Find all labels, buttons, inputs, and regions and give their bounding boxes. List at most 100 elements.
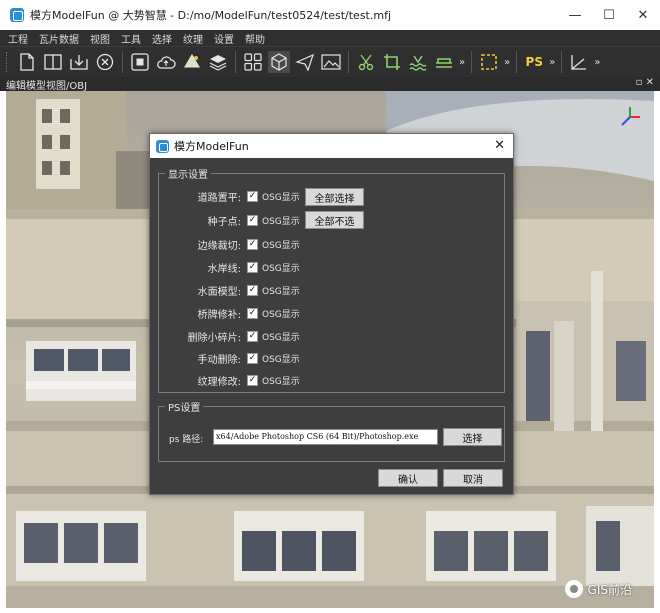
toolbar-overflow-icon[interactable]: » — [549, 57, 555, 68]
menu-project[interactable]: 工程 — [8, 31, 28, 46]
toolbar-overflow-icon[interactable]: » — [594, 57, 600, 68]
menu-settings[interactable]: 设置 — [214, 31, 234, 46]
maximize-button[interactable]: ☐ — [592, 0, 626, 30]
option-label: 边缘裁切: — [197, 240, 241, 252]
watermark-text: GIS前沿 — [587, 582, 632, 597]
option-label: 道路置平: — [197, 192, 241, 204]
osg-display-checkbox[interactable]: ✓ — [247, 374, 258, 386]
checkbox-label[interactable]: OSG显示 — [262, 214, 300, 227]
menu-texture[interactable]: 纹理 — [183, 31, 203, 46]
option-seed-points: 种子点: ✓ OSG显示 — [159, 211, 300, 229]
checkbox-label[interactable]: OSG显示 — [262, 284, 300, 297]
osg-display-checkbox[interactable]: ✓ — [247, 190, 258, 202]
selection-box-icon[interactable] — [478, 51, 500, 73]
display-settings-group: 显示设置 道路置平: ✓ OSG显示 种子点: ✓ OSG显示 边缘裁切: ✓ … — [158, 166, 505, 393]
bridge-icon[interactable] — [433, 51, 455, 73]
photoshop-label: PS — [525, 55, 543, 69]
checkbox-label[interactable]: OSG显示 — [262, 374, 300, 387]
open-file-icon[interactable] — [42, 51, 64, 73]
option-shoreline: 水岸线: ✓ OSG显示 — [159, 258, 300, 276]
cloud-upload-icon[interactable] — [155, 51, 177, 73]
checkbox-label[interactable]: OSG显示 — [262, 330, 300, 343]
crop-icon[interactable] — [381, 51, 403, 73]
scissors-icon[interactable] — [355, 51, 377, 73]
plane-icon[interactable] — [294, 51, 316, 73]
osg-display-checkbox[interactable]: ✓ — [247, 261, 258, 273]
view-header-buttons[interactable]: ▫ ✕ — [636, 77, 654, 88]
checkbox-label[interactable]: OSG显示 — [262, 238, 300, 251]
ok-button[interactable]: 确认 — [378, 469, 438, 487]
osg-display-checkbox[interactable]: ✓ — [247, 284, 258, 296]
cube-icon[interactable] — [268, 51, 290, 73]
option-bridge-repair: 桥牌修补: ✓ OSG显示 — [159, 304, 300, 322]
app-icon — [10, 8, 24, 22]
watermark: GIS前沿 — [564, 580, 632, 598]
checkbox-label[interactable]: OSG显示 — [262, 307, 300, 320]
checkbox-label[interactable]: OSG显示 — [262, 352, 300, 365]
window-titlebar: 模方ModelFun @ 大势智慧 - D:/mo/ModelFun/test0… — [0, 0, 660, 30]
menu-tile-data[interactable]: 瓦片数据 — [39, 31, 79, 46]
select-none-button[interactable]: 全部不选 — [305, 211, 364, 229]
water-level-icon[interactable] — [407, 51, 429, 73]
toolbar-separator — [561, 51, 563, 73]
ps-path-input[interactable]: x64/Adobe Photoshop CS6 (64 Bit)/Photosh… — [213, 429, 438, 445]
ps-settings-group: PS设置 ps 路径: x64/Adobe Photoshop CS6 (64 … — [158, 399, 505, 462]
toolbar-grip[interactable] — [6, 52, 10, 72]
osg-display-checkbox[interactable]: ✓ — [247, 330, 258, 342]
option-label: 水岸线: — [207, 263, 241, 275]
option-road-flatten: 道路置平: ✓ OSG显示 — [159, 187, 300, 205]
dialog-close-button[interactable]: ✕ — [494, 138, 505, 153]
browse-button[interactable]: 选择 — [443, 428, 502, 446]
menu-help[interactable]: 帮助 — [245, 31, 265, 46]
menu-tools[interactable]: 工具 — [121, 31, 141, 46]
dialog-titlebar: 模方ModelFun ✕ — [150, 134, 513, 158]
toolbar-separator — [122, 51, 123, 73]
menu-bar: 工程 瓦片数据 视图 工具 选择 纹理 设置 帮助 — [0, 30, 660, 46]
window-title: 模方ModelFun @ 大势智慧 - D:/mo/ModelFun/test0… — [30, 9, 392, 22]
toolbar-separator — [235, 51, 236, 73]
measure-angle-icon[interactable] — [568, 51, 590, 73]
model-view-icon[interactable] — [181, 51, 203, 73]
photoshop-icon[interactable]: PS — [523, 51, 545, 73]
option-edge-clip: 边缘裁切: ✓ OSG显示 — [159, 235, 300, 253]
settings-dialog: 模方ModelFun ✕ 显示设置 道路置平: ✓ OSG显示 种子点: ✓ O… — [149, 133, 514, 495]
toolbar-overflow-icon[interactable]: » — [504, 57, 510, 68]
osg-display-checkbox[interactable]: ✓ — [247, 307, 258, 319]
cancel-button[interactable]: 取消 — [443, 469, 503, 487]
menu-select[interactable]: 选择 — [152, 31, 172, 46]
checkbox-label[interactable]: OSG显示 — [262, 261, 300, 274]
view-header: 编辑模型视图/OBJ ▫ ✕ — [0, 77, 660, 92]
select-all-button[interactable]: 全部选择 — [305, 188, 364, 206]
option-water-model: 水面模型: ✓ OSG显示 — [159, 281, 300, 299]
option-texture-edit: 纹理修改: ✓ OSG显示 — [159, 371, 300, 389]
option-label: 种子点: — [207, 216, 241, 228]
wechat-icon — [564, 580, 583, 598]
osg-display-checkbox[interactable]: ✓ — [247, 238, 258, 250]
layers-icon[interactable] — [207, 51, 229, 73]
ps-path-label: ps 路径: — [169, 435, 204, 445]
toolbar-separator — [348, 51, 349, 73]
minimize-button[interactable]: — — [558, 0, 592, 30]
option-label: 删除小碎片: — [187, 332, 241, 344]
toolbar-overflow-icon[interactable]: » — [459, 57, 465, 68]
menu-view[interactable]: 视图 — [90, 31, 110, 46]
toolbar: » » PS » » — [0, 46, 660, 77]
stop-icon[interactable] — [129, 51, 151, 73]
axis-gizmo-icon — [621, 107, 640, 126]
option-label: 水面模型: — [197, 286, 241, 298]
option-manual-delete: 手动删除: ✓ OSG显示 — [159, 349, 300, 367]
new-file-icon[interactable] — [16, 51, 38, 73]
osg-display-checkbox[interactable]: ✓ — [247, 214, 258, 226]
close-project-icon[interactable] — [94, 51, 116, 73]
grid-view-icon[interactable] — [242, 51, 264, 73]
osg-display-checkbox[interactable]: ✓ — [247, 352, 258, 364]
checkbox-label[interactable]: OSG显示 — [262, 190, 300, 203]
dialog-title: 模方ModelFun — [174, 140, 249, 153]
image-icon[interactable] — [320, 51, 342, 73]
ps-settings-title: PS设置 — [165, 399, 204, 414]
display-settings-title: 显示设置 — [165, 166, 211, 181]
option-remove-fragments: 删除小碎片: ✓ OSG显示 — [159, 327, 300, 345]
close-button[interactable]: ✕ — [626, 0, 660, 30]
option-label: 桥牌修补: — [197, 309, 241, 321]
save-icon[interactable] — [68, 51, 90, 73]
